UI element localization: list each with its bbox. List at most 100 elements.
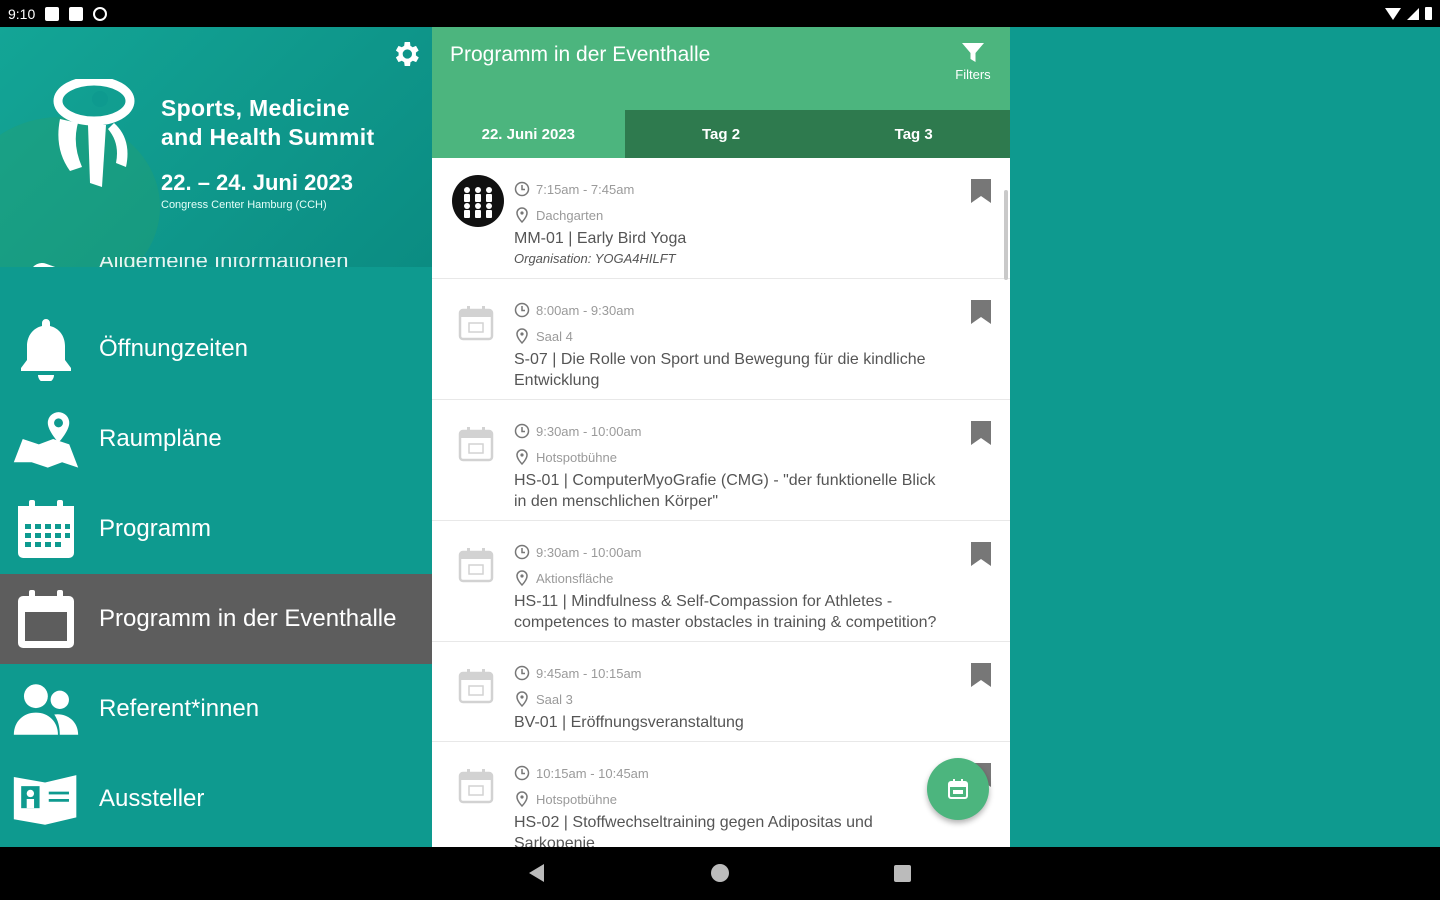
system-navigation-bar — [0, 847, 1440, 900]
drawer-header: Sports, Medicine and Health Summit 22. –… — [0, 27, 432, 267]
session-time: 9:45am - 10:15am — [536, 665, 642, 681]
filter-button[interactable]: Filters — [950, 41, 996, 82]
clock-icon — [514, 423, 530, 439]
session-card[interactable]: 9:30am - 10:00am Hotspotbühne HS-01 | Co… — [432, 400, 1010, 521]
sync-icon — [93, 6, 108, 21]
drawer-item-label: Programm in der Eventhalle — [99, 605, 397, 632]
bookmark-icon[interactable] — [970, 299, 992, 325]
session-room: Dachgarten — [536, 207, 604, 223]
bell-icon — [12, 315, 80, 383]
session-calendar-icon — [458, 306, 494, 341]
wifi-icon — [1385, 7, 1401, 20]
session-card[interactable]: 10:15am - 10:45am Hotspotbühne HS-02 | S… — [432, 742, 1010, 847]
drawer-item-general-info[interactable]: Allgemeine Informationen — [0, 251, 432, 267]
session-time: 9:30am - 10:00am — [536, 423, 642, 439]
location-pin-icon — [514, 328, 530, 344]
clock-icon — [514, 302, 530, 318]
status-bar: 9:10 — [0, 0, 1440, 27]
session-time: 8:00am - 9:30am — [536, 302, 635, 318]
bookmark-icon[interactable] — [970, 541, 992, 567]
home-icon[interactable] — [711, 864, 729, 882]
calendar-icon — [12, 585, 80, 653]
bookmark-icon[interactable] — [970, 420, 992, 446]
session-title: S-07 | Die Rolle von Sport und Bewegung … — [514, 351, 926, 389]
drawer-item-event-hall-program[interactable]: Programm in der Eventhalle — [0, 574, 432, 664]
session-room: Saal 4 — [536, 328, 573, 344]
program-panel: Programm in der Eventhalle Filters 22. J… — [432, 27, 1010, 847]
status-time: 9:10 — [8, 5, 36, 22]
tab-day-3[interactable]: Tag 3 — [817, 110, 1010, 158]
location-pin-icon — [514, 791, 530, 807]
location-pin-icon — [514, 570, 530, 586]
session-calendar-icon — [458, 669, 494, 704]
filter-label: Filters — [955, 67, 991, 82]
session-calendar-icon — [458, 769, 494, 804]
info-leaf-icon — [26, 259, 58, 267]
summit-name: Sports, Medicine and Health Summit — [161, 94, 374, 152]
drawer-item-opening-hours[interactable]: Öffnungzeiten — [0, 304, 432, 394]
session-title: HS-01 | ComputerMyoGrafie (CMG) - "der f… — [514, 472, 936, 510]
scrollbar-thumb[interactable] — [1004, 190, 1008, 280]
recent-apps-icon[interactable] — [894, 865, 911, 882]
navigation-drawer: Sports, Medicine and Health Summit 22. –… — [0, 27, 432, 847]
clock-icon — [514, 181, 530, 197]
clock-icon — [514, 665, 530, 681]
drawer-item-room-plans[interactable]: Raumpläne — [0, 394, 432, 484]
page-title: Programm in der Eventhalle — [450, 43, 711, 66]
location-pin-icon — [514, 207, 530, 223]
settings-gear-icon[interactable] — [390, 38, 422, 70]
filter-funnel-icon — [962, 43, 984, 62]
map-icon — [12, 405, 80, 473]
session-title: HS-11 | Mindfulness & Self-Compassion fo… — [514, 593, 937, 631]
summit-name-line2: and Health Summit — [161, 124, 375, 150]
exhibitor-icon — [12, 765, 80, 833]
session-room: Hotspotbühne — [536, 791, 617, 807]
session-room: Saal 3 — [536, 691, 573, 707]
summit-dates: 22. – 24. Juni 2023 — [161, 170, 354, 195]
location-pin-icon — [514, 691, 530, 707]
session-title: HS-02 | Stoffwechseltraining gegen Adipo… — [514, 814, 873, 847]
session-time: 9:30am - 10:00am — [536, 544, 642, 560]
location-pin-icon — [514, 449, 530, 465]
session-title: MM-01 | Early Bird Yoga — [514, 230, 687, 247]
bookmark-icon[interactable] — [970, 662, 992, 688]
session-calendar-icon — [458, 548, 494, 583]
session-organisation: Organisation: YOGA4HILFT — [514, 251, 676, 266]
message-icon — [45, 6, 60, 21]
drawer-item-speakers[interactable]: Referent*innen — [0, 664, 432, 754]
session-time: 7:15am - 7:45am — [536, 181, 635, 197]
back-icon[interactable] — [529, 864, 544, 882]
drawer-item-label: Öffnungzeiten — [99, 335, 249, 362]
session-title: BV-01 | Eröffnungsveranstaltung — [514, 714, 744, 731]
drawer-item-label: Allgemeine Informationen — [99, 257, 348, 267]
drawer-item-program[interactable]: Programm — [0, 484, 432, 574]
session-list: 7:15am - 7:45am Dachgarten MM-01 | Early… — [432, 158, 1010, 847]
organizer-avatar — [452, 175, 504, 227]
session-card[interactable]: 8:00am - 9:30am Saal 4 S-07 | Die Rolle … — [432, 279, 1010, 400]
people-icon — [12, 675, 80, 743]
session-card[interactable]: 7:15am - 7:45am Dachgarten MM-01 | Early… — [432, 158, 1010, 279]
day-tabs: 22. Juni 2023 Tag 2 Tag 3 — [432, 110, 1010, 158]
sd-card-icon — [69, 6, 84, 21]
session-room: Hotspotbühne — [536, 449, 617, 465]
tab-day-1[interactable]: 22. Juni 2023 — [432, 110, 625, 158]
calendar-today-icon — [948, 779, 968, 799]
bookmark-icon[interactable] — [970, 178, 992, 204]
clock-icon — [514, 544, 530, 560]
clock-icon — [514, 765, 530, 781]
drawer-item-label: Programm — [99, 515, 212, 542]
session-calendar-icon — [458, 427, 494, 462]
drawer-item-label: Raumpläne — [99, 425, 222, 452]
summit-name-line1: Sports, Medicine — [161, 95, 350, 121]
tab-day-2[interactable]: Tag 2 — [625, 110, 818, 158]
drawer-nav-list: Öffnungzeiten Raumpläne Programm Program… — [0, 304, 432, 844]
drawer-item-exhibitors[interactable]: Aussteller — [0, 754, 432, 844]
battery-icon — [1425, 7, 1432, 20]
app-bar: Programm in der Eventhalle Filters — [432, 27, 1010, 110]
session-card[interactable]: 9:45am - 10:15am Saal 3 BV-01 | Eröffnun… — [432, 642, 1010, 742]
session-room: Aktionsfläche — [536, 570, 614, 586]
session-card[interactable]: 9:30am - 10:00am Aktionsfläche HS-11 | M… — [432, 521, 1010, 642]
calendar-grid-icon — [12, 495, 80, 563]
calendar-fab-button[interactable] — [927, 758, 989, 820]
session-time: 10:15am - 10:45am — [536, 765, 649, 781]
